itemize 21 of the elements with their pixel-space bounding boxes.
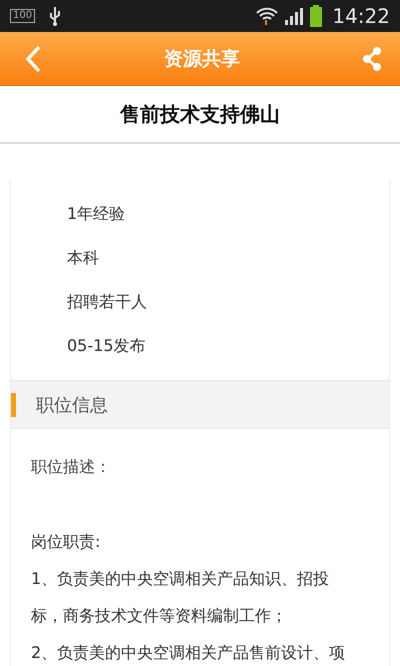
info-text: 05-15发布 [67,335,146,357]
info-text: 招聘若干人 [67,291,148,313]
description-text: 1、负责美的中央空调相关产品知识、招投 [31,568,330,590]
description-label: 职位描述： [31,456,112,478]
info-text: 本科 [67,247,100,269]
description-text: 标，商务技术文件等资料编制工作； [31,605,288,627]
battery-level-icon: 100 [10,9,36,23]
clock-time: 14:22 [332,4,390,28]
job-title: 售前技术支持佛山 [0,86,400,144]
battery-icon [310,5,322,27]
wifi-icon [256,6,278,26]
share-icon [362,46,382,70]
description-text: 岗位职责: [31,531,102,553]
back-icon [24,44,42,72]
section-title: 职位信息 [36,394,108,416]
signal-icon [284,7,304,25]
header-title: 资源共享 [164,46,240,72]
description-text: 2、负责美的中央空调相关产品售前设计、项 [31,642,346,664]
accent-bar [11,392,16,416]
usb-icon [49,6,62,26]
info-text: 1年经验 [67,203,126,225]
